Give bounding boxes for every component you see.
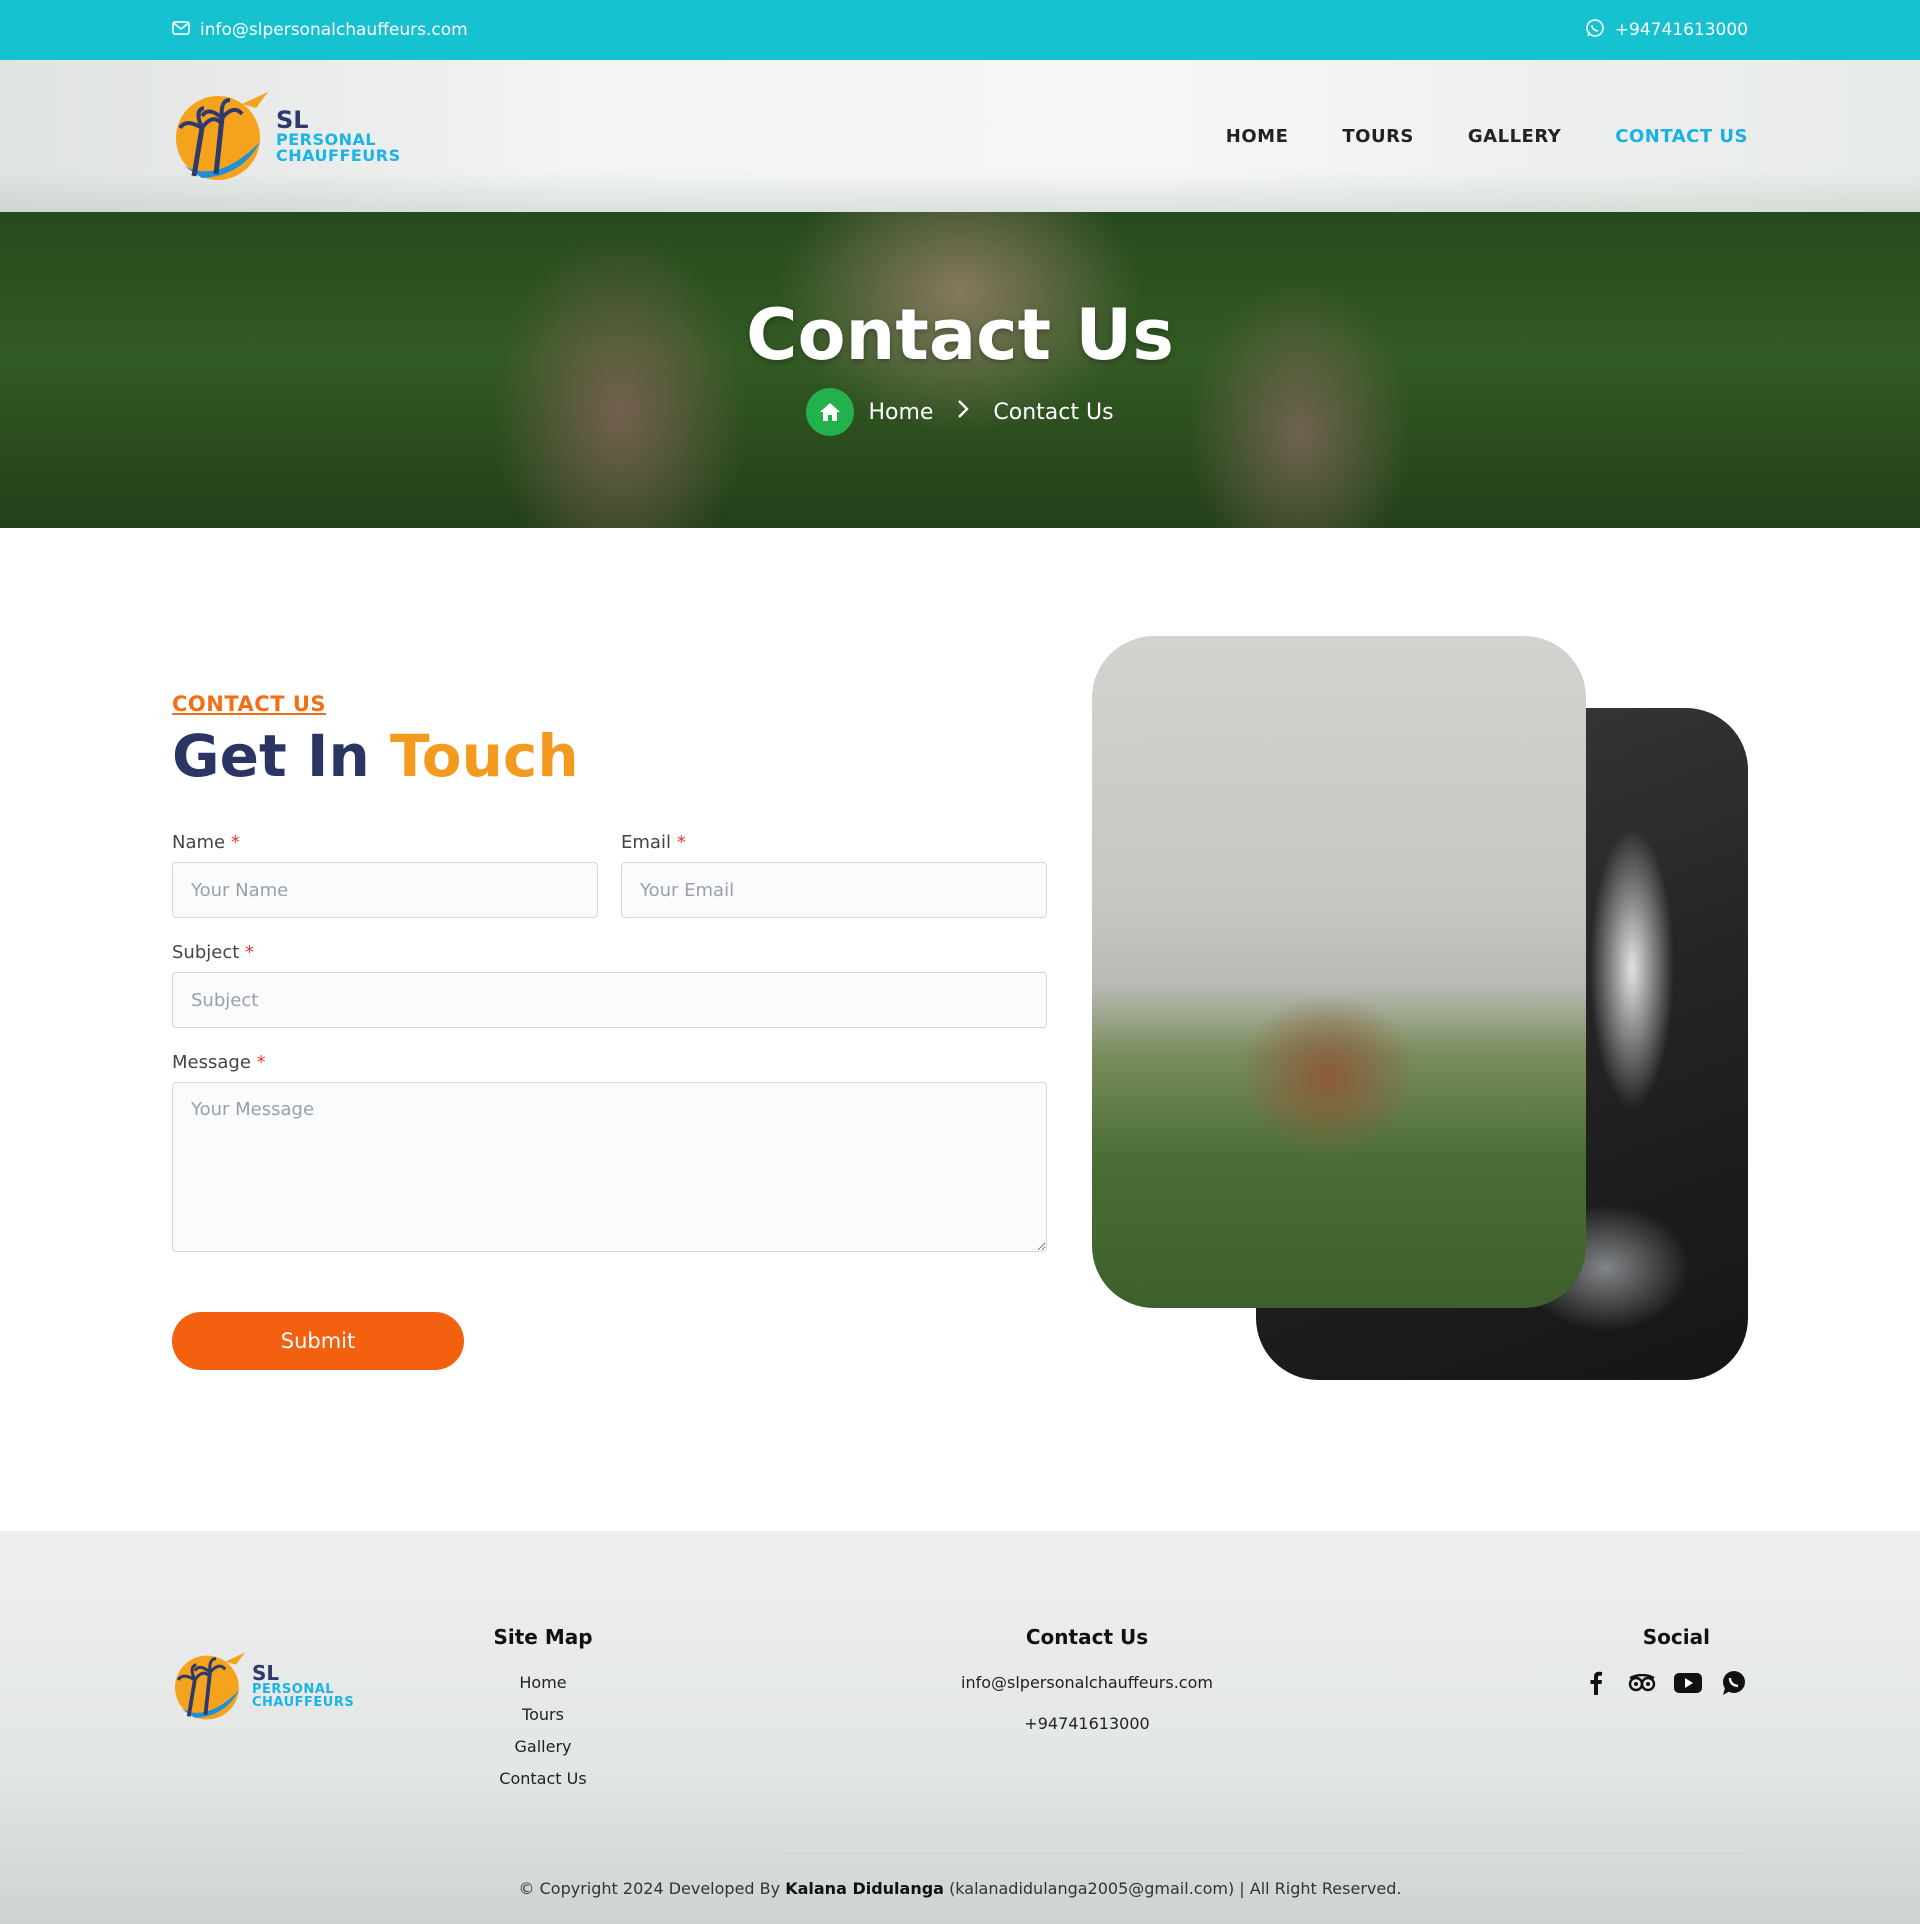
footer-sitemap: Site Map Home Tours Gallery Contact Us [443,1625,643,1801]
copyright-prefix: © Copyright 2024 Developed By [518,1879,781,1898]
footer-contact-title: Contact Us [1025,1625,1149,1649]
footer-social: Social [1566,1625,1748,1697]
topbar-email-text: info@slpersonalchauffeurs.com [200,20,468,40]
developer-name[interactable]: Kalana Didulanga [785,1879,944,1898]
whatsapp-icon [1585,18,1605,43]
message-textarea[interactable] [172,1082,1047,1252]
footer-contact: Contact Us info@slpersonalchauffeurs.com… [887,1625,1287,1755]
email-required-mark: * [676,832,686,853]
section-title-part1: Get In [172,722,370,790]
topbar-phone[interactable]: +94741613000 [1585,18,1748,43]
message-label: Message * [172,1052,266,1073]
topbar-email[interactable]: info@slpersonalchauffeurs.com [172,20,468,40]
main-nav: HOME TOURS GALLERY CONTACT US [1226,126,1748,147]
submit-button[interactable]: Submit [172,1312,464,1370]
top-bar: info@slpersonalchauffeurs.com +947416130… [0,0,1920,60]
site-footer: SL PERSONAL CHAUFFEURS Site Map Home Tou… [0,1531,1920,1924]
email-input[interactable] [621,862,1047,918]
nav-gallery[interactable]: GALLERY [1468,126,1561,147]
message-label-text: Message [172,1052,251,1073]
tripadvisor-icon[interactable] [1628,1669,1656,1697]
sitemap-link-home[interactable]: Home [443,1673,643,1692]
email-label-text: Email [621,832,671,853]
topbar-phone-text: +94741613000 [1614,20,1748,40]
name-input[interactable] [172,862,598,918]
copyright-suffix: (kalanadidulanga2005@gmail.com) | All Ri… [949,1879,1402,1898]
chevron-right-icon [957,399,970,425]
sitemap-link-gallery[interactable]: Gallery [443,1737,643,1756]
sitemap-link-contact[interactable]: Contact Us [443,1769,643,1788]
logo-emblem-icon [175,1652,245,1720]
footer-logo-line1: SL [252,1661,280,1685]
nav-contact-us[interactable]: CONTACT US [1615,126,1748,147]
nav-home[interactable]: HOME [1226,126,1289,147]
footer-divider [780,1853,1748,1854]
sitemap-link-tours[interactable]: Tours [443,1705,643,1724]
logo-line3: CHAUFFEURS [276,146,401,165]
footer-logo-line3: CHAUFFEURS [252,1695,355,1710]
name-label-text: Name [172,832,226,853]
email-label: Email * [621,832,686,853]
name-required-mark: * [230,832,240,853]
hero-title: Contact Us [746,294,1174,376]
copyright: © Copyright 2024 Developed By Kalana Did… [0,1879,1920,1898]
site-logo[interactable]: SL PERSONAL CHAUFFEURS [172,88,401,184]
section-title-part2: Touch [389,722,579,790]
breadcrumb-home[interactable]: Home [868,400,933,425]
subject-label-text: Subject [172,942,240,963]
name-label: Name * [172,832,240,853]
breadcrumb: Home Contact Us [0,388,1920,436]
logo-emblem-icon [176,92,268,180]
subject-label: Subject * [172,942,254,963]
sigiriya-rock-image [1092,636,1586,1308]
footer-contact-email[interactable]: info@slpersonalchauffeurs.com [887,1673,1287,1692]
mail-icon [172,20,190,40]
section-kicker: CONTACT US [172,692,327,716]
footer-contact-phone[interactable]: +94741613000 [887,1714,1287,1733]
breadcrumb-current: Contact Us [993,399,1114,425]
youtube-icon[interactable] [1674,1669,1702,1697]
facebook-icon[interactable] [1582,1669,1610,1697]
nav-tours[interactable]: TOURS [1342,126,1414,147]
hero-banner: Contact Us Home Contact Us [0,212,1920,528]
whatsapp-icon[interactable] [1720,1669,1748,1697]
site-header: SL PERSONAL CHAUFFEURS HOME TOURS GALLER… [0,60,1920,212]
social-title: Social [1642,1625,1710,1649]
subject-required-mark: * [245,942,255,963]
home-icon[interactable] [806,388,855,436]
subject-input[interactable] [172,972,1047,1028]
sitemap-title: Site Map [493,1625,593,1649]
message-required-mark: * [256,1052,266,1073]
footer-logo[interactable]: SL PERSONAL CHAUFFEURS [172,1649,354,1723]
section-title: Get In Touch [172,722,579,790]
logo-line1: SL [276,106,309,134]
